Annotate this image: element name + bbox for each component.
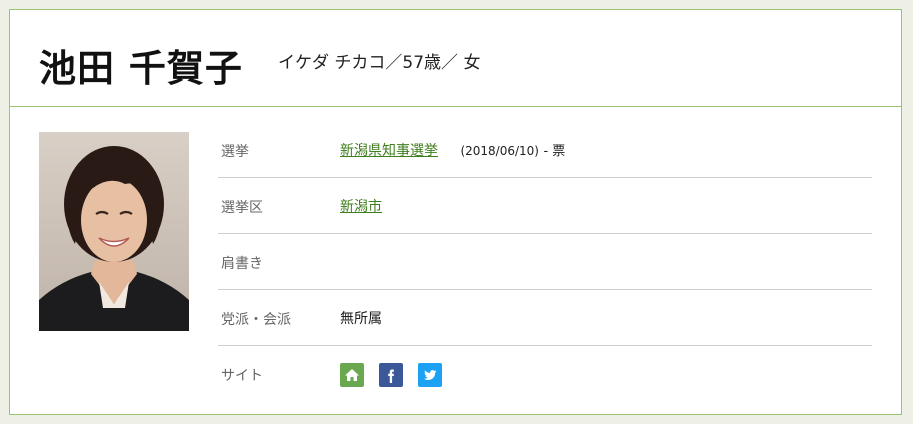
candidate-name: 池田 千賀子 xyxy=(39,47,243,90)
candidate-kana-age-gender: イケダ チカコ／57歳／ 女 xyxy=(278,53,481,73)
twitter-icon[interactable] xyxy=(418,363,442,387)
candidate-card: 池田 千賀子 イケダ チカコ／57歳／ 女 選挙 新潟県知事選挙 (2018/0… xyxy=(9,9,902,415)
district-link[interactable]: 新潟市 xyxy=(340,199,382,215)
home-icon[interactable] xyxy=(340,363,364,387)
election-date: (2018/06/10) xyxy=(460,144,539,158)
district-value: 新潟市 xyxy=(340,196,382,216)
party-label: 党派・会派 xyxy=(221,312,291,328)
title-row: 肩書き xyxy=(218,234,872,290)
facebook-icon[interactable] xyxy=(379,363,403,387)
candidate-info-table: 選挙 新潟県知事選挙 (2018/06/10) - 票 選挙区 新潟市 肩書き … xyxy=(218,122,872,402)
election-row: 選挙 新潟県知事選挙 (2018/06/10) - 票 xyxy=(218,122,872,178)
site-row: サイト xyxy=(218,346,872,402)
district-label: 選挙区 xyxy=(221,200,263,216)
candidate-photo xyxy=(39,132,189,331)
district-row: 選挙区 新潟市 xyxy=(218,178,872,234)
election-value: 新潟県知事選挙 (2018/06/10) - 票 xyxy=(340,140,565,160)
election-votes: - 票 xyxy=(543,144,566,159)
candidate-header: 池田 千賀子 イケダ チカコ／57歳／ 女 xyxy=(10,10,901,107)
party-row: 党派・会派 無所属 xyxy=(218,290,872,346)
site-label: サイト xyxy=(221,368,263,384)
election-label: 選挙 xyxy=(221,144,249,160)
party-value: 無所属 xyxy=(340,311,382,327)
election-link[interactable]: 新潟県知事選挙 xyxy=(340,143,438,159)
title-label: 肩書き xyxy=(221,256,263,272)
site-icons xyxy=(340,363,442,387)
